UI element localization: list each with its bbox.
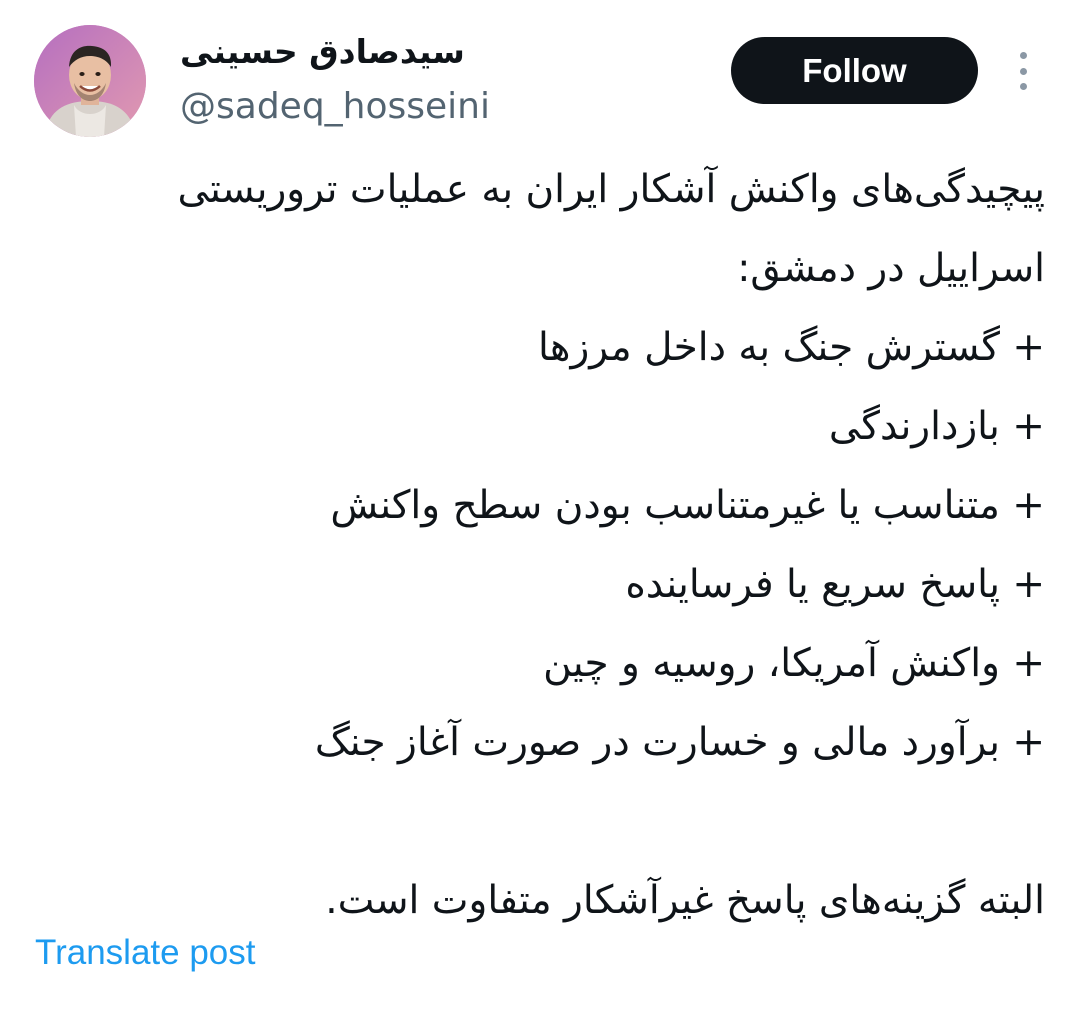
avatar[interactable] bbox=[34, 25, 146, 137]
post-intro: پیچیدگی‌های واکنش آشکار ایران به عملیات … bbox=[177, 167, 1045, 291]
post-bullet: + واکنش آمریکا، روسیه و چین bbox=[543, 641, 1045, 686]
post-bullet: + پاسخ سریع یا فرساینده bbox=[625, 562, 1045, 607]
more-vertical-icon[interactable] bbox=[1008, 48, 1038, 94]
post-bullet: + برآورد مالی و خسارت در صورت آغاز جنگ bbox=[314, 720, 1045, 765]
follow-button[interactable]: Follow bbox=[731, 37, 978, 104]
more-dot bbox=[1019, 83, 1027, 90]
post-text: پیچیدگی‌های واکنش آشکار ایران به عملیات … bbox=[40, 150, 1045, 940]
post-bullet: + متناسب یا غیرمتناسب بودن سطح واکنش bbox=[330, 483, 1045, 528]
author-handle[interactable]: @sadeq_hosseini bbox=[180, 84, 490, 130]
post-closing: البته گزینه‌های پاسخ غیرآشکار متفاوت است… bbox=[325, 878, 1045, 923]
more-dot bbox=[1019, 52, 1027, 59]
more-dot bbox=[1019, 67, 1027, 75]
translate-post-link[interactable]: Translate post bbox=[35, 930, 255, 976]
post-bullet: + بازدارندگی bbox=[828, 404, 1045, 449]
avatar-photo-icon bbox=[34, 25, 146, 137]
author-display-name[interactable]: سیدصادق حسینی bbox=[180, 30, 465, 74]
post-bullet: + گسترش جنگ به داخل مرزها bbox=[538, 325, 1045, 370]
